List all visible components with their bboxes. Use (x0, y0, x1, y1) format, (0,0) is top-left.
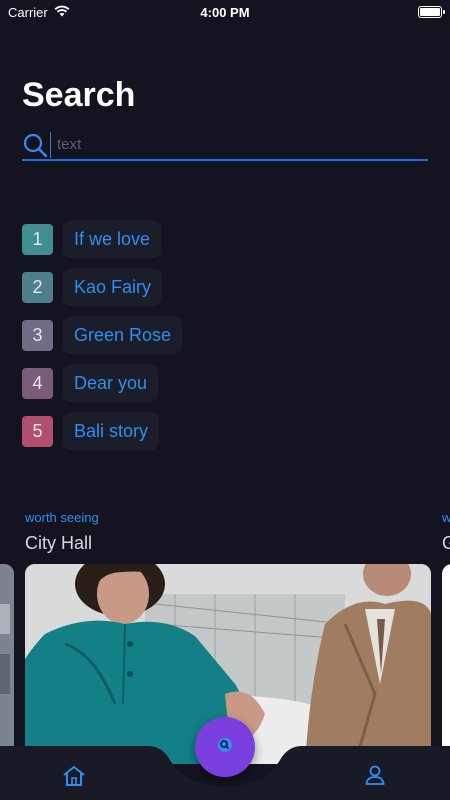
rank-chip[interactable]: Kao Fairy (63, 268, 163, 306)
search-bar (22, 130, 428, 161)
rank-chip[interactable]: Dear you (63, 364, 159, 402)
trending-list: 1 If we love 2 Kao Fairy 3 Green Rose 4 … (22, 220, 183, 460)
battery-icon (418, 6, 445, 18)
rank-badge: 2 (22, 271, 53, 303)
card-category: worth seeing (25, 510, 99, 525)
carrier-label: Carrier (8, 4, 48, 20)
card-image-next[interactable] (442, 564, 450, 764)
rank-badge: 5 (22, 415, 53, 447)
rank-badge: 1 (22, 223, 53, 255)
card-image-prev[interactable] (0, 564, 14, 764)
list-item[interactable]: 4 Dear you (22, 364, 182, 402)
rank-badge: 3 (22, 319, 53, 351)
page-title: Search (22, 76, 136, 114)
card-title: City Hall (25, 533, 93, 553)
wifi-icon (54, 5, 70, 20)
search-icon (216, 736, 234, 759)
rank-chip[interactable]: Green Rose (63, 316, 183, 354)
home-icon[interactable] (62, 765, 86, 787)
list-item[interactable]: 2 Kao Fairy (22, 268, 182, 306)
search-input[interactable] (50, 131, 428, 158)
list-item[interactable]: 1 If we love (22, 220, 182, 258)
list-item[interactable]: 3 Green Rose (22, 316, 183, 354)
list-item[interactable]: 5 Bali story (22, 412, 182, 450)
user-icon[interactable] (364, 764, 386, 786)
rank-badge: 4 (22, 367, 53, 399)
status-time: 4:00 PM (200, 4, 250, 20)
rank-chip[interactable]: Bali story (63, 412, 160, 450)
card-category: w (442, 510, 450, 525)
rank-chip[interactable]: If we love (63, 220, 162, 258)
search-icon[interactable] (22, 131, 50, 159)
status-bar: Carrier 4:00 PM (0, 0, 450, 24)
card-title: G (442, 533, 450, 553)
search-fab-button[interactable] (195, 717, 255, 777)
status-left: Carrier (8, 5, 70, 20)
